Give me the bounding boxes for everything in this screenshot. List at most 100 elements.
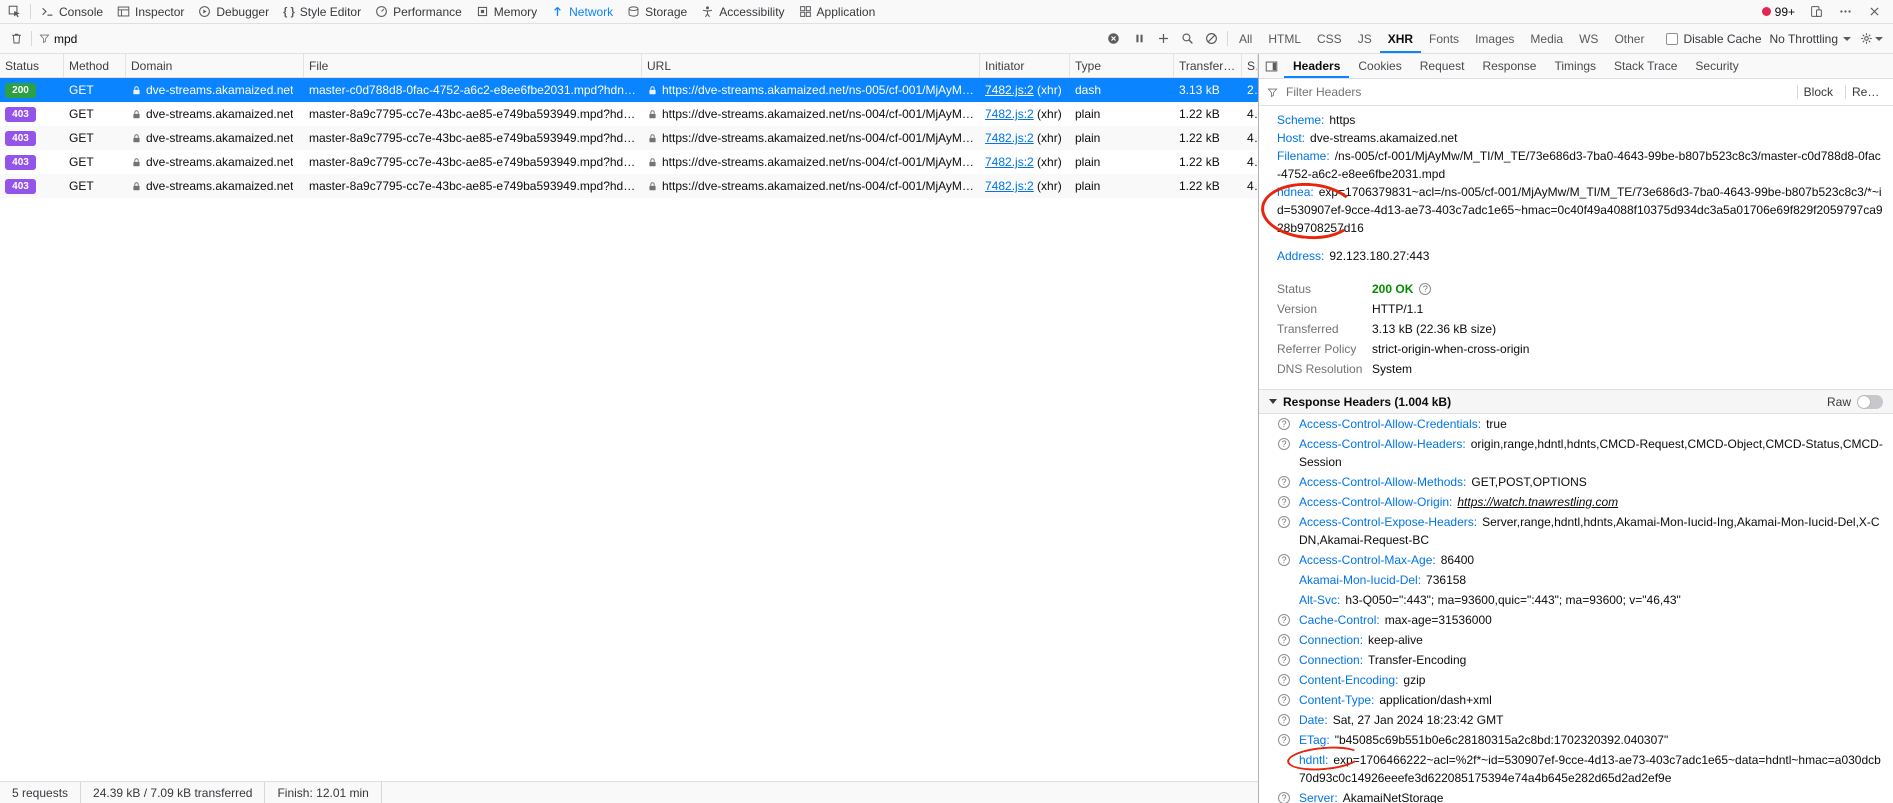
status-badge: 403	[5, 155, 36, 170]
response-headers-section-toggle[interactable]: Response Headers (1.004 kB) Raw	[1259, 389, 1893, 414]
type-filter-css[interactable]: CSS	[1309, 24, 1350, 53]
search-requests-button[interactable]	[1176, 27, 1200, 51]
tab-console[interactable]: Console	[34, 0, 110, 23]
mdn-help-icon[interactable]: ?	[1278, 476, 1290, 488]
header-row: ? Access-Control-Expose-Headers: Server,r…	[1259, 512, 1893, 550]
header-row: ? Access-Control-Max-Age: 86400	[1259, 550, 1893, 570]
type-filter-media[interactable]: Media	[1522, 24, 1571, 53]
transferred-cell: 1.22 kB	[1179, 155, 1220, 169]
initiator-link[interactable]: 7482.js:2	[985, 107, 1034, 121]
type-filter-other[interactable]: Other	[1606, 24, 1652, 53]
type-filter-js[interactable]: JS	[1350, 24, 1380, 53]
tab-headers[interactable]: Headers	[1284, 54, 1349, 78]
mdn-help-icon[interactable]: ?	[1278, 554, 1290, 566]
mdn-help-icon[interactable]: ?	[1278, 496, 1290, 508]
column-header-initiator[interactable]: Initiator	[980, 54, 1070, 77]
filter-headers-input[interactable]	[1284, 84, 1791, 100]
tab-storage[interactable]: Storage	[620, 0, 694, 23]
table-row[interactable]: 403 GET dve-streams.akamaized.net master…	[0, 126, 1258, 150]
initiator-link[interactable]: 7482.js:2	[985, 83, 1034, 97]
chevron-down-icon	[1843, 36, 1851, 41]
file-cell: master-8a9c7795-cc7e-43bc-ae85-e749ba593…	[309, 131, 642, 145]
close-devtools-button[interactable]	[1862, 5, 1887, 18]
block-button[interactable]: Block	[1796, 85, 1839, 99]
initiator-link[interactable]: 7482.js:2	[985, 155, 1034, 169]
mdn-help-icon[interactable]: ?	[1278, 734, 1290, 746]
column-header-transferred[interactable]: Transfer…	[1174, 54, 1242, 77]
column-header-domain[interactable]: Domain	[126, 54, 304, 77]
domain-cell: dve-streams.akamaized.net	[126, 155, 304, 169]
table-row[interactable]: 403 GET dve-streams.akamaized.net master…	[0, 150, 1258, 174]
gear-icon	[1860, 33, 1872, 44]
tab-accessibility[interactable]: Accessibility	[694, 0, 791, 23]
filter-urls-input[interactable]	[50, 31, 1104, 46]
allow-origin-link[interactable]: https://watch.tnawrestling.com	[1457, 495, 1618, 509]
pause-traffic-button[interactable]	[1128, 27, 1152, 51]
initiator-link[interactable]: 7482.js:2	[985, 179, 1034, 193]
column-header-file[interactable]: File	[304, 54, 642, 77]
clear-filter-button[interactable]	[1104, 27, 1124, 51]
disable-cache-checkbox[interactable]: Disable Cache	[1666, 32, 1762, 46]
tab-label: Accessibility	[719, 4, 785, 19]
throttling-select[interactable]: No Throttling	[1770, 32, 1851, 46]
tab-memory[interactable]: Memory	[469, 0, 544, 23]
tab-application[interactable]: Application	[792, 0, 883, 23]
tab-stack-trace[interactable]: Stack Trace	[1605, 54, 1686, 78]
type-filter-html[interactable]: HTML	[1260, 24, 1309, 53]
mdn-help-icon[interactable]: ?	[1278, 418, 1290, 430]
tab-timings[interactable]: Timings	[1545, 54, 1605, 78]
column-header-method[interactable]: Method	[64, 54, 126, 77]
request-blocking-button[interactable]	[1200, 27, 1224, 51]
mdn-help-icon[interactable]: ?	[1278, 674, 1290, 686]
tab-inspector[interactable]: Inspector	[110, 0, 191, 23]
mdn-help-icon[interactable]: ?	[1278, 438, 1290, 450]
table-row[interactable]: 403 GET dve-streams.akamaized.net master…	[0, 102, 1258, 126]
column-header-type[interactable]: Type	[1070, 54, 1174, 77]
tab-style-editor[interactable]: { } Style Editor	[276, 0, 368, 23]
error-count-badge[interactable]: 99+	[1757, 5, 1800, 19]
mdn-help-icon[interactable]: ?	[1278, 654, 1290, 666]
type-filter-xhr[interactable]: XHR	[1380, 24, 1421, 53]
tab-response[interactable]: Response	[1473, 54, 1545, 78]
column-header-status[interactable]: Status	[0, 54, 64, 77]
mdn-help-icon[interactable]: ?	[1278, 792, 1290, 803]
tab-debugger[interactable]: Debugger	[191, 0, 276, 23]
mdn-help-icon[interactable]: ?	[1278, 516, 1290, 528]
mdn-help-icon[interactable]: ?	[1278, 614, 1290, 626]
new-request-button[interactable]	[1152, 27, 1176, 51]
network-toolbar-right: Disable Cache No Throttling	[1666, 27, 1889, 51]
mdn-help-icon[interactable]: ?	[1278, 634, 1290, 646]
initiator-link[interactable]: 7482.js:2	[985, 131, 1034, 145]
column-header-size[interactable]: Si…	[1242, 54, 1258, 77]
type-filter-all[interactable]: All	[1231, 24, 1260, 53]
responsive-design-mode-button[interactable]	[1804, 5, 1829, 18]
type-filter-images[interactable]: Images	[1467, 24, 1522, 53]
header-row: ? Connection: keep-alive	[1259, 630, 1893, 650]
settings-menu-button[interactable]	[1833, 5, 1858, 18]
debugger-icon	[198, 5, 211, 18]
raw-toggle[interactable]	[1857, 394, 1883, 409]
table-row[interactable]: 200 GET dve-streams.akamaized.net master…	[0, 78, 1258, 102]
type-filter-fonts[interactable]: Fonts	[1421, 24, 1467, 53]
mdn-help-icon[interactable]: ?	[1278, 714, 1290, 726]
summary-scheme: Scheme: https	[1277, 113, 1356, 127]
tab-request[interactable]: Request	[1411, 54, 1474, 78]
column-header-url[interactable]: URL	[642, 54, 980, 77]
tab-cookies[interactable]: Cookies	[1349, 54, 1410, 78]
tab-network[interactable]: Network	[544, 0, 620, 23]
type-filter-ws[interactable]: WS	[1571, 24, 1606, 53]
header-row: ? Content-Encoding: gzip	[1259, 670, 1893, 690]
tab-performance[interactable]: Performance	[368, 0, 469, 23]
style-editor-icon: { }	[283, 5, 295, 18]
clear-requests-button[interactable]	[4, 27, 28, 51]
toggle-panel-button[interactable]	[1259, 54, 1284, 78]
lock-icon	[131, 133, 142, 144]
resend-button[interactable]: Resend	[1845, 85, 1885, 99]
tab-security[interactable]: Security	[1686, 54, 1747, 78]
har-menu-button[interactable]	[1859, 27, 1883, 51]
table-row[interactable]: 403 GET dve-streams.akamaized.net master…	[0, 174, 1258, 198]
transferred-summary: 24.39 kB / 7.09 kB transferred	[81, 782, 266, 803]
help-icon[interactable]: ?	[1419, 283, 1432, 295]
pick-element-button[interactable]	[2, 0, 27, 23]
mdn-help-icon[interactable]: ?	[1278, 694, 1290, 706]
